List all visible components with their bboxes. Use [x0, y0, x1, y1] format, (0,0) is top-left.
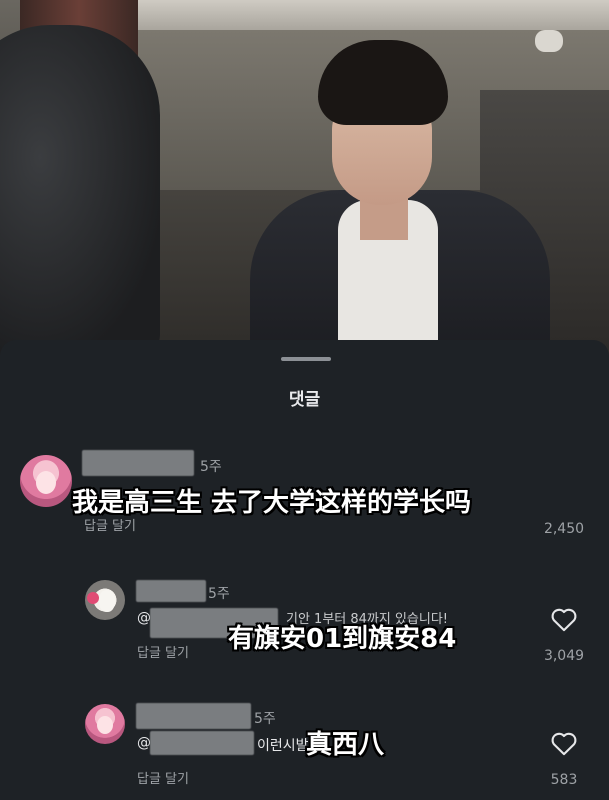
username-redacted[interactable]	[136, 703, 251, 729]
comment-time: 5주	[208, 586, 230, 602]
avatar-rose	[87, 592, 99, 604]
avatar-dog	[99, 590, 115, 612]
like-count: 3,049	[543, 648, 585, 664]
like-count: 2,450	[543, 521, 585, 537]
heart-icon[interactable]	[550, 606, 578, 632]
video-ceiling	[138, 0, 609, 30]
comment-text: 이런시발	[257, 738, 309, 754]
username-redacted[interactable]	[136, 580, 206, 602]
mention[interactable]: @	[137, 735, 151, 751]
caption-overlay: 我是高三生 去了大学这样的学长吗	[72, 488, 472, 518]
video-person	[250, 40, 570, 360]
person-hair	[318, 40, 448, 125]
caption-overlay: 真西八	[306, 730, 385, 760]
video-frame[interactable]	[0, 0, 609, 360]
comment-time: 5주	[254, 711, 276, 727]
reply-button[interactable]: 답글 달기	[137, 768, 189, 787]
avatar-face	[35, 470, 57, 494]
like-count: 583	[550, 772, 578, 788]
caption-overlay: 有旗安01到旗安84	[228, 624, 457, 654]
video-hooded-figure	[0, 25, 160, 355]
comment-time: 5주	[200, 459, 222, 475]
avatar[interactable]	[85, 704, 125, 744]
reply-button[interactable]: 답글 달기	[137, 642, 189, 661]
drag-handle[interactable]	[281, 357, 331, 361]
mention[interactable]: @	[137, 610, 151, 626]
mention-redacted[interactable]	[150, 731, 254, 755]
avatar[interactable]	[85, 580, 125, 620]
comments-sheet: 댓글 5주 답글 달기 2,450 我是高三生 去了大学这样的学长吗 5주 @ …	[0, 340, 609, 800]
avatar-face	[97, 716, 113, 734]
avatar[interactable]	[20, 455, 72, 507]
username-redacted[interactable]	[82, 450, 194, 476]
sheet-title: 댓글	[288, 390, 321, 410]
heart-icon[interactable]	[550, 730, 578, 756]
